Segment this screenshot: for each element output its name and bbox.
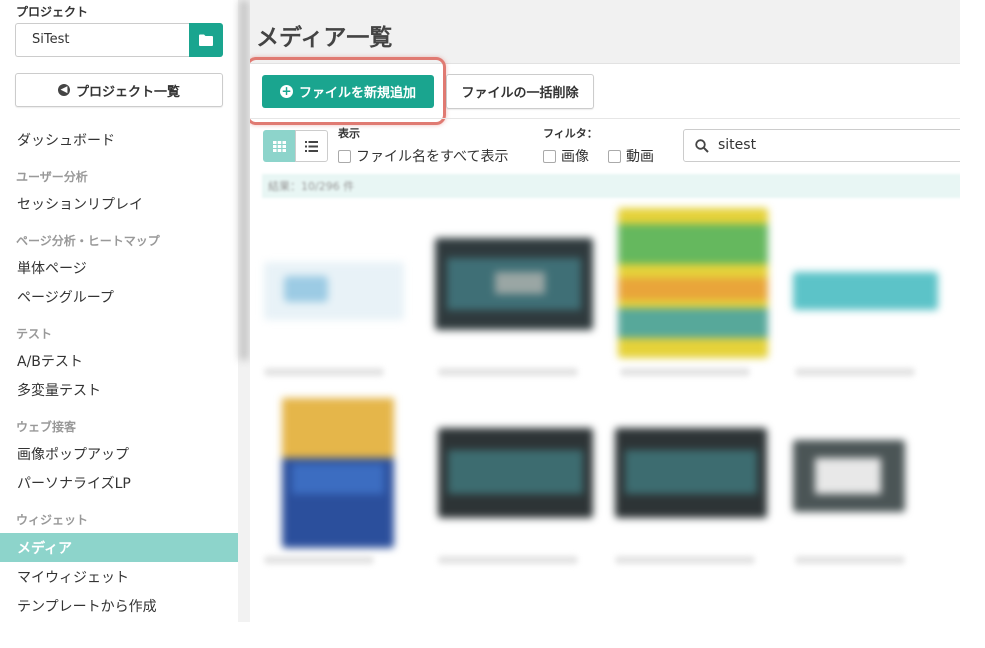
scrollbar-thumb[interactable] <box>239 0 249 360</box>
page-title: メディア一覧 <box>256 25 393 51</box>
media-thumbnail[interactable] <box>615 428 767 518</box>
sidebar-section-web: ウェブ接客 <box>16 420 77 434</box>
project-list-label: プロジェクト一覧 <box>75 84 180 100</box>
filter-video-checkbox[interactable]: 動画 <box>608 146 654 166</box>
checkbox-box[interactable] <box>543 149 556 163</box>
app-window: プロジェクト SiTest ◀ プロジェクト一覧 ダッシュボード ユーザー分析 … <box>0 0 985 648</box>
media-thumbnail[interactable] <box>618 208 768 358</box>
grid-icon <box>272 140 286 152</box>
project-list-button[interactable]: ◀ プロジェクト一覧 <box>15 73 223 107</box>
sidebar-item-page-group[interactable]: ページグループ <box>17 287 114 307</box>
results-bar: 結果：10/296 件 <box>262 174 960 198</box>
plus-circle-icon: + <box>279 84 293 98</box>
filter-image-checkbox[interactable]: 画像 <box>543 146 589 166</box>
sidebar-section-widget: ウィジェット <box>16 513 89 527</box>
sidebar-item-session-replay[interactable]: セッションリプレイ <box>17 194 143 214</box>
folder-icon <box>199 34 213 46</box>
media-thumbnail[interactable] <box>438 428 593 518</box>
grid-view-button[interactable] <box>263 130 295 162</box>
media-thumbnail[interactable] <box>282 398 394 548</box>
bulk-delete-button[interactable]: ファイルの一括削除 <box>446 74 594 109</box>
media-caption <box>264 368 384 376</box>
sidebar-section-page: ページ分析・ヒートマップ <box>16 234 160 248</box>
sidebar-item-image-popup[interactable]: 画像ポップアップ <box>17 444 129 464</box>
results-count: 結果：10/296 件 <box>268 180 355 193</box>
sidebar-scrollbar[interactable] <box>238 0 250 622</box>
media-caption <box>795 556 905 564</box>
media-thumbnail[interactable] <box>793 272 938 310</box>
search-input[interactable]: sitest <box>683 129 960 162</box>
checkbox-box[interactable] <box>338 149 351 163</box>
media-thumbnail[interactable] <box>435 238 593 330</box>
media-caption <box>264 556 374 564</box>
sidebar-item-personalize-lp[interactable]: パーソナライズLP <box>17 473 131 493</box>
checkbox-box[interactable] <box>608 149 621 163</box>
sidebar-section-user: ユーザー分析 <box>16 170 88 184</box>
media-caption <box>438 368 578 376</box>
filter-label: フィルタ： <box>543 127 598 140</box>
media-thumbnail[interactable] <box>793 440 905 512</box>
filter-video-label: 動画 <box>626 149 654 165</box>
divider <box>250 118 960 119</box>
sidebar-item-ab-test[interactable]: A/Bテスト <box>17 351 83 371</box>
add-file-label: ファイルを新規追加 <box>298 86 416 101</box>
list-view-button[interactable] <box>295 130 328 162</box>
sidebar-item-my-widget[interactable]: マイウィジェット <box>17 567 129 587</box>
search-icon <box>695 139 709 153</box>
filter-image-label: 画像 <box>561 149 589 165</box>
sidebar-item-from-template[interactable]: テンプレートから作成 <box>17 596 157 616</box>
show-all-names-label: ファイル名をすべて表示 <box>356 149 509 165</box>
main-content: メディア一覧 + ファイルを新規追加 ファイルの一括削除 表示 ファイル名をすべ… <box>250 0 960 622</box>
page-header: メディア一覧 <box>250 0 960 64</box>
sidebar-item-media-label: メディア <box>17 541 73 557</box>
show-all-names-checkbox[interactable]: ファイル名をすべて表示 <box>338 146 508 166</box>
folder-button[interactable] <box>189 23 223 57</box>
search-value: sitest <box>718 137 757 153</box>
sidebar-item-media[interactable]: メディア <box>0 533 238 562</box>
list-icon <box>305 140 318 152</box>
sidebar: プロジェクト SiTest ◀ プロジェクト一覧 ダッシュボード ユーザー分析 … <box>0 0 238 622</box>
media-thumbnail[interactable] <box>264 262 404 320</box>
media-caption <box>620 368 750 376</box>
display-label: 表示 <box>338 127 360 140</box>
sidebar-item-single-page[interactable]: 単体ページ <box>17 258 87 278</box>
sidebar-section-test: テスト <box>16 327 53 341</box>
arrow-left-icon: ◀ <box>57 84 70 96</box>
media-caption <box>615 556 755 564</box>
project-label: プロジェクト <box>16 5 89 19</box>
sidebar-item-mv-test[interactable]: 多変量テスト <box>17 380 101 400</box>
media-caption <box>438 556 578 564</box>
project-field[interactable]: SiTest <box>15 23 190 57</box>
sidebar-item-dashboard[interactable]: ダッシュボード <box>17 130 115 150</box>
add-file-button[interactable]: + ファイルを新規追加 <box>262 75 434 108</box>
media-caption <box>795 368 915 376</box>
